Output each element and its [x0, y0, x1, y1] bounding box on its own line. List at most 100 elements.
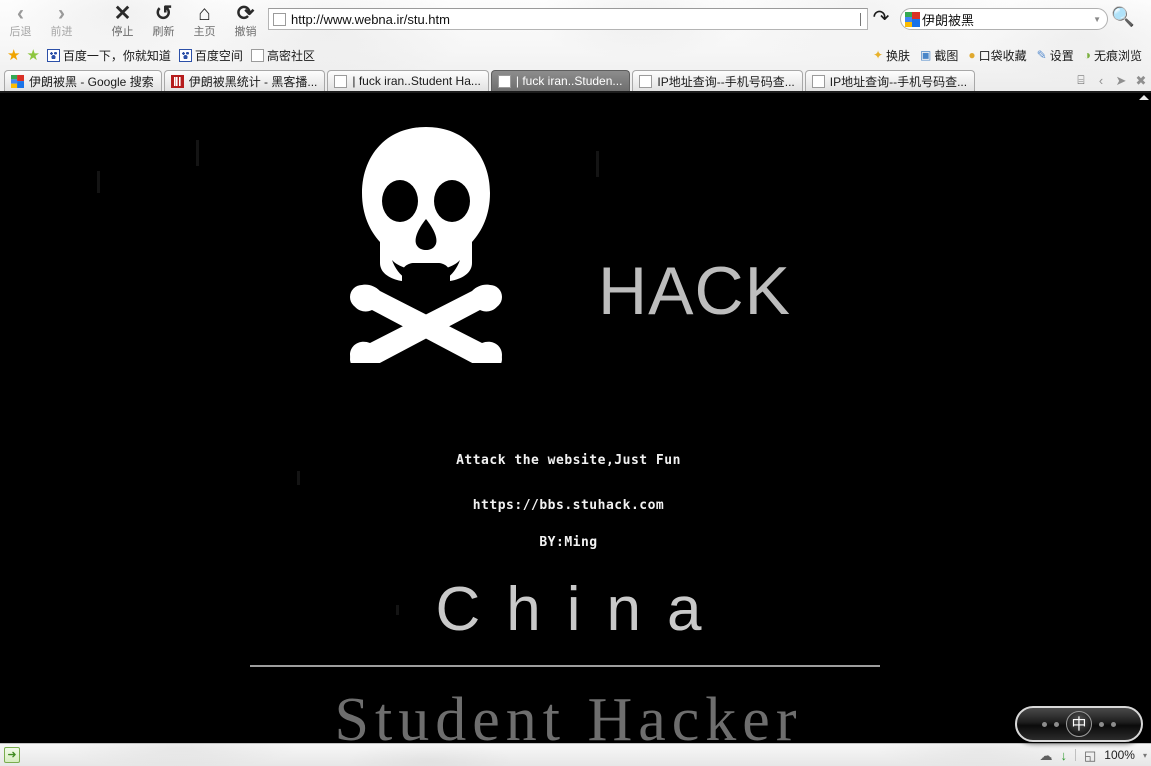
search-input-value: 伊朗被黑	[922, 12, 975, 28]
refresh-icon: ↺	[154, 2, 173, 25]
incognito-icon: ◑	[1083, 48, 1091, 62]
tab-google-search[interactable]: 伊朗被黑 - Google 搜索	[4, 70, 162, 91]
browser-chrome: ‹ 后退 › 前进 ✕ 停止 ↺ 刷新 ⌂ 主页 ⟳ 撤销 http://www…	[0, 0, 1151, 93]
blank-favicon	[334, 74, 348, 88]
address-caret	[860, 13, 861, 26]
scroll-up-arrow-icon[interactable]	[1139, 95, 1149, 100]
skull-and-crossbones-icon	[346, 123, 506, 363]
stop-x-icon: ✕	[113, 2, 132, 25]
back-button-label: 后退	[9, 26, 32, 38]
screenshot-button[interactable]: ▣ 截图	[915, 47, 963, 64]
zoom-level-label[interactable]: 100%	[1104, 748, 1135, 762]
ime-dot-icon	[1099, 721, 1104, 727]
red-favicon	[170, 74, 184, 88]
address-bar-text: http://www.webna.ir/stu.htm	[291, 11, 450, 27]
page-vertical-scrollbar[interactable]	[1137, 93, 1151, 743]
tab-label: | fuck iran..Student Ha...	[352, 74, 481, 88]
hack-word: HACK	[598, 253, 791, 329]
page-viewport: HACK Attack the website,Just Fun https:/…	[0, 93, 1151, 743]
home-button[interactable]: ⌂ 主页	[184, 0, 225, 44]
stop-button[interactable]: ✕ 停止	[102, 0, 143, 44]
horizontal-divider	[250, 665, 880, 667]
tab-close-icon[interactable]: ✖	[1131, 70, 1151, 91]
chevron-down-icon[interactable]: ▼	[1093, 15, 1101, 24]
baidu-favicon	[178, 48, 192, 62]
pocket-button[interactable]: ● 口袋收藏	[963, 47, 1031, 64]
tab-fuck-iran-2-active[interactable]: | fuck iran..Studen...	[490, 70, 631, 91]
refresh-button[interactable]: ↺ 刷新	[143, 0, 184, 44]
page-icon	[273, 12, 286, 26]
page-load-icon[interactable]: ➜	[4, 747, 20, 763]
shield-icon[interactable]: ☁	[1039, 749, 1052, 762]
add-star-icon[interactable]: ★	[26, 48, 39, 63]
tab-ip-lookup-1[interactable]: IP地址查询--手机号码查...	[632, 70, 803, 91]
blank-favicon	[497, 74, 511, 88]
forward-button[interactable]: › 前进	[41, 0, 82, 44]
bookmark-item-baidu-space[interactable]: 百度空间	[175, 46, 247, 65]
bookmarks-bar: ★ ★ 百度一下，你就知道 百度空间 高密社区 ✦ 换肤 ▣ 截图 ● 口袋收藏…	[0, 44, 1151, 66]
stop-button-label: 停止	[111, 26, 134, 38]
tab-ip-lookup-2[interactable]: IP地址查询--手机号码查...	[804, 70, 976, 91]
tab-list-icon[interactable]: ⌸	[1071, 70, 1091, 91]
bookmark-label: 百度一下，你就知道	[62, 48, 171, 63]
author-text: BY:Ming	[539, 535, 598, 550]
skull-banner: HACK	[0, 123, 1137, 363]
back-button[interactable]: ‹ 后退	[0, 0, 41, 44]
address-bar[interactable]: http://www.webna.ir/stu.htm	[268, 8, 868, 30]
bookmark-label: 百度空间	[194, 48, 243, 63]
undo-button-label: 撤销	[234, 26, 257, 38]
forward-arrow-icon: ›	[58, 2, 65, 25]
page-artifact	[297, 471, 300, 485]
browser-window: ‹ 后退 › 前进 ✕ 停止 ↺ 刷新 ⌂ 主页 ⟳ 撤销 http://www…	[0, 0, 1151, 766]
settings-icon: ✎	[1036, 48, 1047, 62]
china-heading: China	[435, 575, 728, 644]
download-icon[interactable]: ↓	[1060, 749, 1067, 762]
zoom-caret-icon[interactable]: ▾	[1143, 751, 1147, 760]
tab-next-icon[interactable]: ➤	[1111, 70, 1131, 91]
zoom-icon[interactable]: ◱	[1084, 749, 1096, 762]
pocket-button-label: 口袋收藏	[978, 48, 1027, 63]
bookmark-item-baidu-search[interactable]: 百度一下，你就知道	[43, 46, 175, 65]
blank-favicon	[811, 74, 825, 88]
tab-label: 伊朗被黑统计 - 黑客播...	[188, 74, 318, 89]
go-arrow-icon[interactable]: ↷	[868, 6, 894, 30]
back-arrow-icon: ‹	[17, 2, 24, 25]
skin-button-label: 换肤	[886, 48, 911, 63]
google-icon	[905, 11, 920, 27]
ime-dot-icon	[1042, 721, 1047, 727]
screenshot-icon: ▣	[920, 48, 932, 62]
baidu-favicon	[46, 48, 60, 62]
blank-favicon	[250, 48, 264, 62]
blank-favicon	[639, 74, 653, 88]
home-icon: ⌂	[198, 2, 211, 25]
navigation-toolbar: ‹ 后退 › 前进 ✕ 停止 ↺ 刷新 ⌂ 主页 ⟳ 撤销 http://www…	[0, 0, 1151, 44]
undo-button[interactable]: ⟳ 撤销	[225, 0, 266, 44]
tab-label: IP地址查询--手机号码查...	[657, 74, 795, 89]
settings-button[interactable]: ✎ 设置	[1032, 47, 1079, 64]
ime-dot-icon	[1111, 721, 1116, 727]
search-magnifier-icon[interactable]: 🔍	[1108, 6, 1138, 30]
tab-fuck-iran-1[interactable]: | fuck iran..Student Ha...	[327, 70, 489, 91]
incognito-button[interactable]: ◑ 无痕浏览	[1079, 47, 1147, 64]
ime-mode-button[interactable]: 中	[1066, 711, 1092, 737]
bookmark-item-gaomi[interactable]: 高密社区	[247, 46, 319, 65]
bookmark-label: 高密社区	[266, 48, 315, 63]
status-separator	[1074, 749, 1076, 761]
tab-label: IP地址查询--手机号码查...	[829, 74, 968, 89]
incognito-button-label: 无痕浏览	[1093, 48, 1142, 63]
tab-bar: 伊朗被黑 - Google 搜索 伊朗被黑统计 - 黑客播... | fuck …	[0, 66, 1151, 93]
status-bar-right-group: ☁ ↓ ◱ 100% ▾	[1039, 748, 1147, 762]
search-box[interactable]: 伊朗被黑 ▼	[900, 8, 1108, 30]
tab-prev-icon[interactable]: ‹	[1091, 70, 1111, 91]
tab-hack-stats[interactable]: 伊朗被黑统计 - 黑客播...	[163, 70, 326, 91]
star-icon[interactable]: ★	[7, 48, 20, 63]
ime-language-bar[interactable]: 中	[1015, 706, 1143, 742]
settings-button-label: 设置	[1049, 48, 1074, 63]
tagline-text: Attack the website,Just Fun	[456, 453, 681, 468]
skin-icon: ✦	[872, 48, 884, 62]
forum-url-text: https://bbs.stuhack.com	[472, 498, 665, 513]
skin-button[interactable]: ✦ 换肤	[868, 47, 915, 64]
google-favicon	[11, 74, 24, 88]
undo-icon: ⟳	[236, 2, 255, 25]
refresh-button-label: 刷新	[152, 26, 175, 38]
